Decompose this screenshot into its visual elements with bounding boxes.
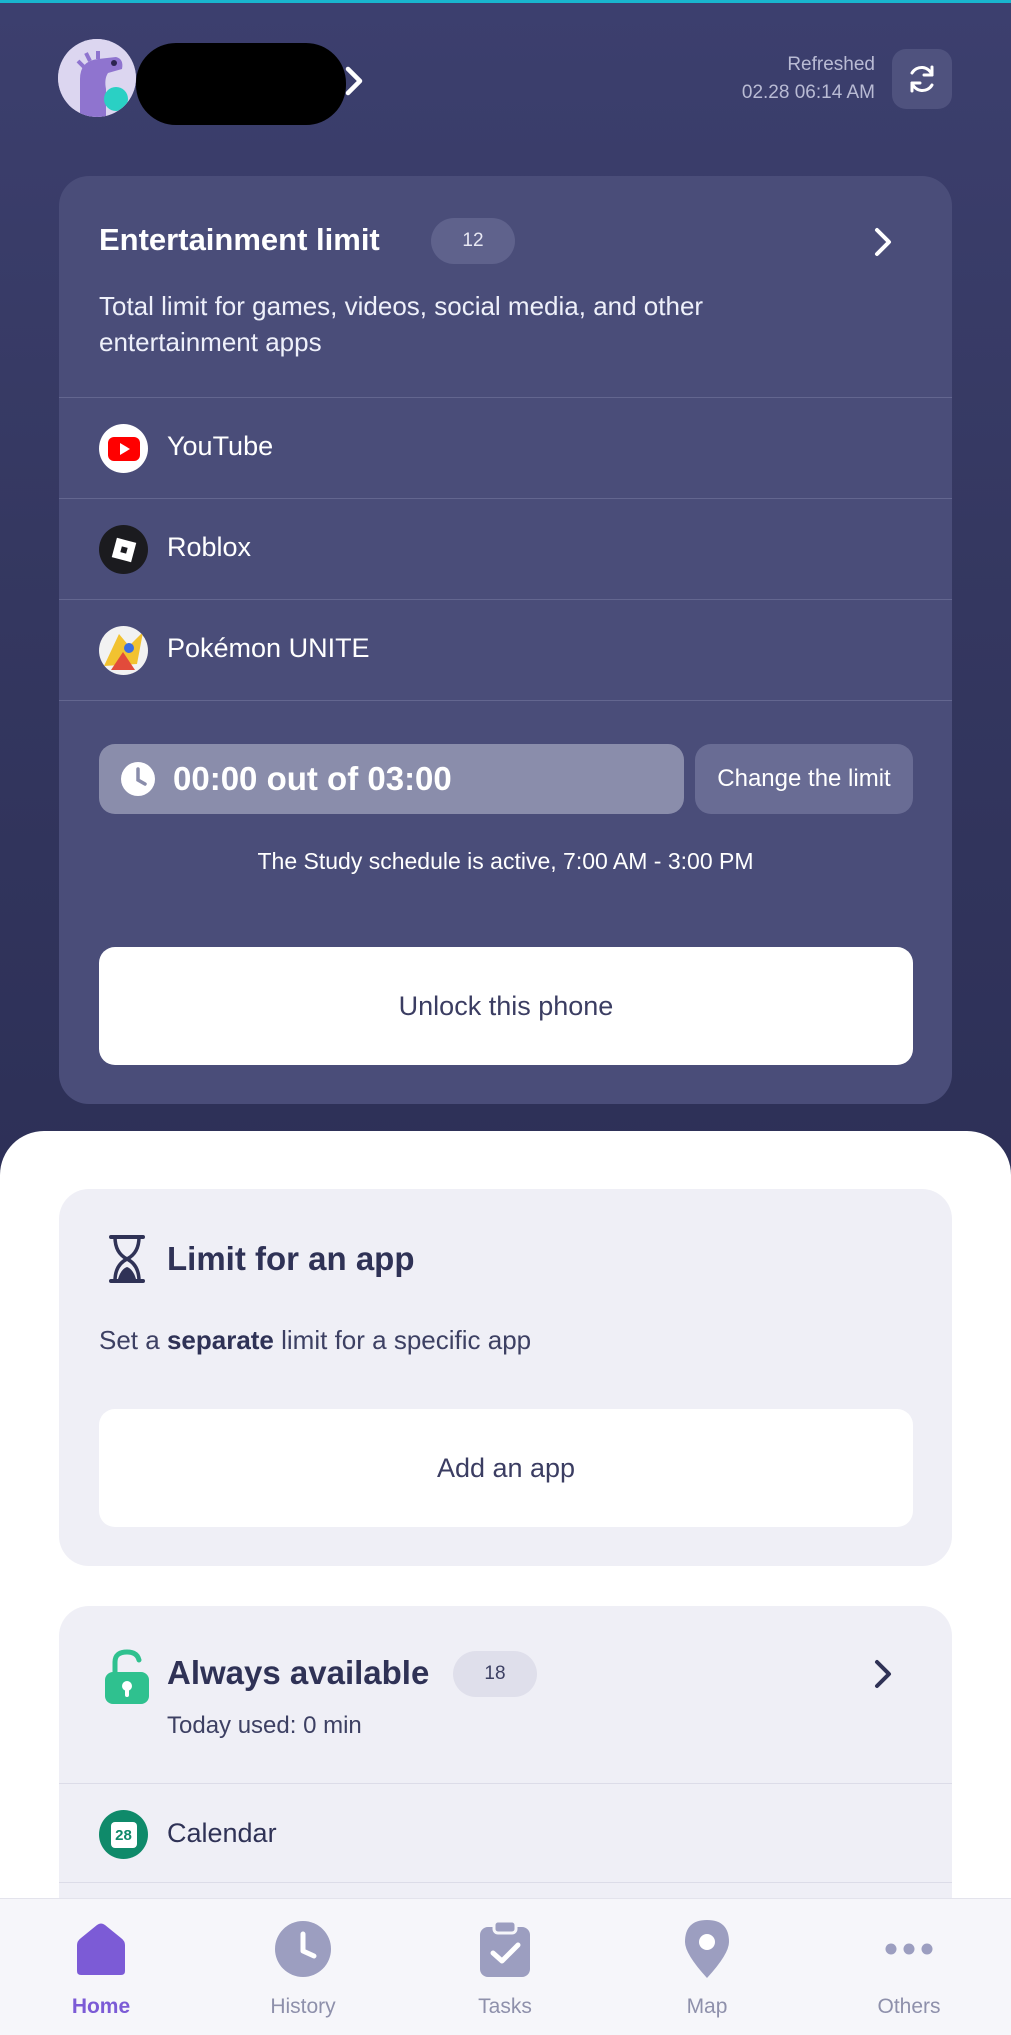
refreshed-time: 02.28 06:14 AM bbox=[741, 82, 875, 103]
always-available-count-badge: 18 bbox=[453, 1651, 537, 1697]
entertainment-limit-card: Entertainment limit 12 Total limit for g… bbox=[59, 176, 952, 1104]
clock-icon bbox=[223, 1917, 383, 1981]
nav-tasks[interactable]: Tasks bbox=[425, 1917, 585, 2019]
always-available-usage: Today used: 0 min bbox=[167, 1712, 362, 1739]
nav-home[interactable]: Home bbox=[21, 1917, 181, 2019]
unlocked-lock-icon bbox=[103, 1648, 151, 1711]
map-pin-icon bbox=[627, 1917, 787, 1981]
app-row-calendar[interactable]: 28 Calendar bbox=[59, 1783, 952, 1883]
add-app-button[interactable]: Add an app bbox=[99, 1409, 913, 1527]
refreshed-status: Refreshed 02.28 06:14 AM bbox=[742, 51, 875, 107]
app-row-pokemon-unite[interactable]: Pokémon UNITE bbox=[59, 599, 952, 700]
app-row-roblox[interactable]: Roblox bbox=[59, 498, 952, 599]
chevron-right-icon[interactable] bbox=[340, 61, 368, 101]
nav-others[interactable]: Others bbox=[829, 1917, 989, 2019]
app-name: Pokémon UNITE bbox=[167, 633, 370, 663]
calendar-icon: 28 bbox=[99, 1810, 148, 1859]
calendar-icon-day: 28 bbox=[110, 1821, 137, 1848]
nav-label: Map bbox=[686, 1995, 728, 2018]
bottom-navigation: Home History Tasks Map Others bbox=[0, 1898, 1011, 2035]
nav-label: Home bbox=[71, 1995, 131, 2018]
app-name: YouTube bbox=[167, 431, 274, 461]
refresh-button[interactable] bbox=[892, 49, 952, 109]
app-limit-card: Limit for an app Set a separate limit fo… bbox=[59, 1189, 952, 1566]
app-row-youtube[interactable]: YouTube bbox=[59, 397, 952, 498]
refreshed-label: Refreshed bbox=[787, 54, 875, 75]
desc-suffix: limit for a specific app bbox=[273, 1325, 532, 1355]
clock-icon bbox=[119, 760, 157, 803]
usage-text: 00:00 out of 03:00 bbox=[173, 760, 452, 797]
nav-history[interactable]: History bbox=[223, 1917, 383, 2019]
usage-indicator: 00:00 out of 03:00 bbox=[99, 744, 684, 814]
home-icon bbox=[21, 1917, 181, 1981]
app-limit-title: Limit for an app bbox=[167, 1240, 415, 1277]
app-name: Calendar bbox=[167, 1818, 277, 1848]
roblox-icon bbox=[99, 525, 148, 574]
always-available-title: Always available bbox=[167, 1654, 430, 1691]
entertainment-count-badge: 12 bbox=[431, 218, 515, 264]
nav-label: History bbox=[270, 1995, 336, 2018]
nav-map[interactable]: Map bbox=[627, 1917, 787, 2019]
more-icon bbox=[829, 1917, 989, 1981]
divider bbox=[59, 700, 952, 701]
tasks-icon bbox=[425, 1917, 585, 1981]
youtube-icon bbox=[99, 424, 148, 473]
unlock-phone-button[interactable]: Unlock this phone bbox=[99, 947, 913, 1065]
desc-bold: separate bbox=[166, 1325, 274, 1355]
header-background: Refreshed 02.28 06:14 AM Entertainment l… bbox=[0, 0, 1011, 1180]
nav-label: Tasks bbox=[478, 1995, 532, 2018]
app-limit-description: Set a separate limit for a specific app bbox=[99, 1325, 531, 1356]
refresh-icon bbox=[910, 65, 934, 93]
app-name: Roblox bbox=[167, 532, 252, 562]
entertainment-chevron-icon[interactable] bbox=[871, 224, 895, 265]
entertainment-description: Total limit for games, videos, social me… bbox=[99, 291, 704, 357]
pokemon-unite-icon bbox=[99, 626, 148, 675]
avatar[interactable] bbox=[58, 39, 136, 117]
always-available-chevron-icon[interactable] bbox=[871, 1656, 895, 1697]
schedule-status: The Study schedule is active, 7:00 AM - … bbox=[257, 848, 754, 874]
redacted-name bbox=[136, 43, 346, 125]
change-limit-button[interactable]: Change the limit bbox=[695, 744, 913, 814]
hourglass-icon bbox=[105, 1233, 149, 1290]
desc-prefix: Set a bbox=[99, 1325, 167, 1355]
entertainment-title: Entertainment limit bbox=[99, 222, 380, 257]
nav-label: Others bbox=[877, 1995, 941, 2018]
